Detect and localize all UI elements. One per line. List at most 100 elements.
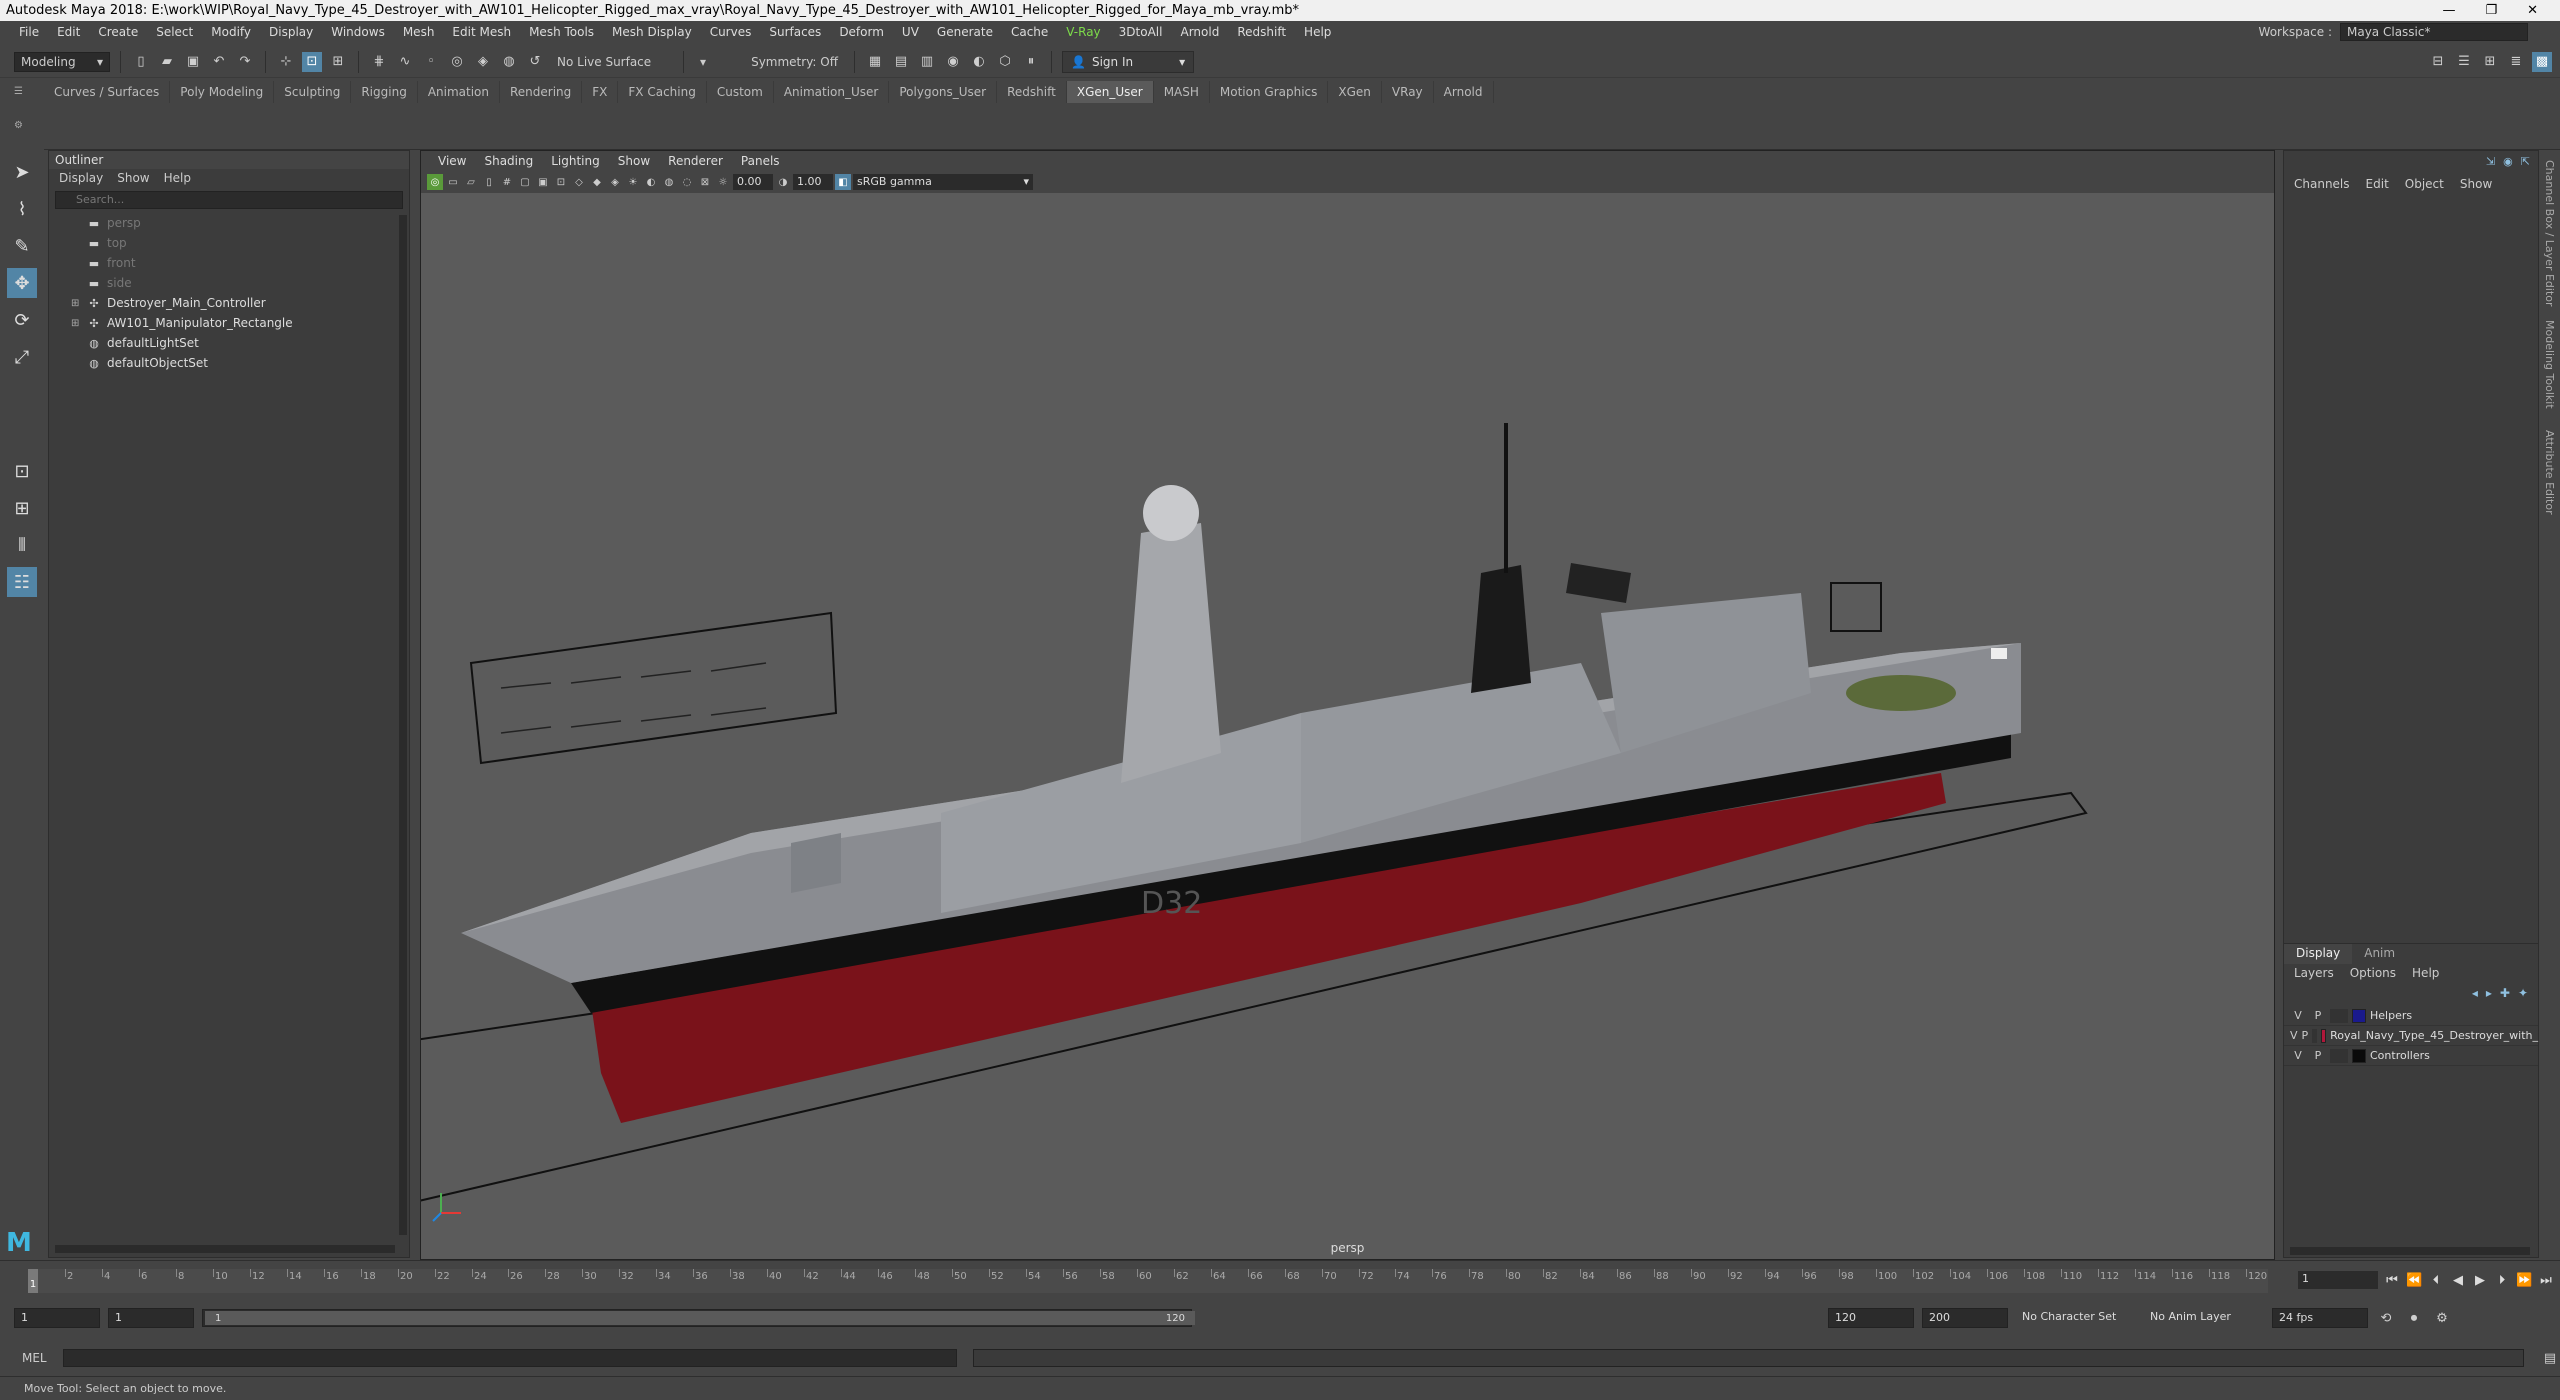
- snap-grid-icon[interactable]: ⋕: [369, 52, 389, 72]
- snap-view-icon[interactable]: ◎: [447, 52, 467, 72]
- layer-type-slot[interactable]: [2312, 1028, 2317, 1043]
- tool-settings-icon[interactable]: ⊞: [2480, 52, 2500, 72]
- select-tool-icon[interactable]: ➤: [7, 157, 37, 187]
- snap-point-icon[interactable]: ◦: [421, 52, 441, 72]
- color-space-dropdown[interactable]: sRGB gamma ▾: [853, 174, 1033, 190]
- menu-deform[interactable]: Deform: [830, 25, 893, 39]
- hypershade-icon[interactable]: ◐: [969, 52, 989, 72]
- menu-select[interactable]: Select: [147, 25, 202, 39]
- shelf-tab-animation[interactable]: Animation: [418, 81, 500, 103]
- render-settings-icon[interactable]: ◉: [943, 52, 963, 72]
- xray-icon[interactable]: ◌: [679, 174, 695, 190]
- expand-icon[interactable]: ⊞: [71, 298, 81, 309]
- layer-color-swatch[interactable]: [2352, 1048, 2366, 1063]
- outliner-item[interactable]: ▬ persp: [49, 213, 409, 233]
- side-tab-attribute-editor[interactable]: Attribute Editor: [2543, 430, 2556, 515]
- shelf-tab-xgen-user[interactable]: XGen_User: [1066, 81, 1154, 103]
- menu-surfaces[interactable]: Surfaces: [760, 25, 830, 39]
- step-forward-key-icon[interactable]: ⏩: [2516, 1273, 2532, 1288]
- side-by-side-icon[interactable]: ⫴: [7, 530, 37, 560]
- playback-end-field[interactable]: 120: [1828, 1308, 1914, 1328]
- layer-row[interactable]: V P Controllers: [2284, 1046, 2538, 1066]
- single-view-icon[interactable]: ⊡: [7, 456, 37, 486]
- lights-icon[interactable]: ☀: [625, 174, 641, 190]
- move-layer-up-icon[interactable]: ◂: [2472, 986, 2478, 1004]
- step-back-key-icon[interactable]: ⏪: [2406, 1273, 2422, 1288]
- render-frame-icon[interactable]: ▤: [891, 52, 911, 72]
- step-back-frame-icon[interactable]: ⏴: [2428, 1273, 2444, 1288]
- shelf-gear-icon[interactable]: ⚙: [14, 120, 26, 134]
- select-component-icon[interactable]: ⊞: [328, 52, 348, 72]
- menu-3dtoall[interactable]: 3DtoAll: [1110, 25, 1172, 39]
- anim-prefs-icon[interactable]: ⚙: [2432, 1308, 2452, 1328]
- menu-cache[interactable]: Cache: [1002, 25, 1057, 39]
- smooth-shade-icon[interactable]: ◆: [589, 174, 605, 190]
- animation-start-field[interactable]: 1: [14, 1308, 100, 1328]
- timeline-ruler[interactable]: 1 2 4 6 8 10 12 14 16 18 20 22 24 26 28 30 32 34 36 38 40 42…: [28, 1269, 2268, 1293]
- viewport-menu-view[interactable]: View: [429, 154, 475, 168]
- layer-row[interactable]: V P Royal_Navy_Type_45_Destroyer_with_: [2284, 1026, 2538, 1046]
- layer-hscrollbar[interactable]: [2290, 1247, 2530, 1255]
- shelf-tab-fx-caching[interactable]: FX Caching: [618, 81, 707, 103]
- layer-tab-display[interactable]: Display: [2284, 944, 2353, 964]
- layer-tab-anim[interactable]: Anim: [2352, 944, 2407, 964]
- shelf-tab-mash[interactable]: MASH: [1154, 81, 1210, 103]
- viewport-menu-panels[interactable]: Panels: [732, 154, 789, 168]
- layer-color-swatch[interactable]: [2320, 1028, 2327, 1043]
- camera-attr-icon[interactable]: ◎: [427, 174, 443, 190]
- viewport-menu-shading[interactable]: Shading: [475, 154, 542, 168]
- layer-type-slot[interactable]: [2330, 1048, 2348, 1063]
- viewport-menu-renderer[interactable]: Renderer: [659, 154, 732, 168]
- bookmark-icon[interactable]: ▱: [463, 174, 479, 190]
- shelf-menu-icon[interactable]: ☰: [14, 86, 26, 100]
- range-slider-handle[interactable]: 1 120: [205, 1311, 1195, 1325]
- channel-menu-channels[interactable]: Channels: [2294, 177, 2350, 191]
- channel-menu-show[interactable]: Show: [2460, 177, 2492, 191]
- layer-color-swatch[interactable]: [2352, 1008, 2366, 1023]
- live-surface-field[interactable]: No Live Surface: [551, 52, 673, 72]
- new-layer-icon[interactable]: ✚: [2500, 986, 2510, 1004]
- workspace-dropdown[interactable]: Maya Classic*: [2340, 23, 2528, 41]
- outliner-item[interactable]: ▬ top: [49, 233, 409, 253]
- render-view-icon[interactable]: ▦: [865, 52, 885, 72]
- layer-menu-layers[interactable]: Layers: [2294, 966, 2334, 982]
- shelf-tab-xgen[interactable]: XGen: [1328, 81, 1382, 103]
- symmetry-dropdown[interactable]: ▾ Symmetry: Off: [694, 52, 844, 72]
- animation-end-field[interactable]: 200: [1922, 1308, 2008, 1328]
- layer-visibility-toggle[interactable]: V: [2290, 1049, 2306, 1062]
- gamma-icon[interactable]: ◑: [775, 174, 791, 190]
- move-layer-down-icon[interactable]: ▸: [2486, 986, 2492, 1004]
- layer-name[interactable]: Controllers: [2370, 1049, 2430, 1062]
- lasso-tool-icon[interactable]: ⌇: [7, 194, 37, 224]
- layer-menu-help[interactable]: Help: [2412, 966, 2439, 982]
- menu-redshift[interactable]: Redshift: [1228, 25, 1295, 39]
- new-layer-selected-icon[interactable]: ✦: [2518, 986, 2528, 1004]
- outliner-item[interactable]: ◍ defaultLightSet: [49, 333, 409, 353]
- toggle-attr-icon[interactable]: ◉: [2503, 155, 2513, 168]
- restore-icon[interactable]: ❐: [2485, 3, 2497, 18]
- snap-surface-icon[interactable]: ◈: [473, 52, 493, 72]
- ao-icon[interactable]: ◍: [661, 174, 677, 190]
- outliner-menu-help[interactable]: Help: [164, 171, 191, 187]
- play-forward-icon[interactable]: ▶: [2472, 1273, 2488, 1288]
- side-tab-channel-box[interactable]: Channel Box / Layer Editor: [2543, 160, 2556, 307]
- menu-mesh-display[interactable]: Mesh Display: [603, 25, 701, 39]
- anim-layer-dropdown[interactable]: No Anim Layer: [2144, 1308, 2264, 1328]
- menu-edit-mesh[interactable]: Edit Mesh: [443, 25, 520, 39]
- minimize-icon[interactable]: —: [2442, 3, 2455, 18]
- command-language-label[interactable]: MEL: [22, 1351, 47, 1365]
- vray-render-icon[interactable]: ⬡: [995, 52, 1015, 72]
- isolate-icon[interactable]: ⊠: [697, 174, 713, 190]
- gamma-field[interactable]: 1.00: [793, 174, 833, 190]
- outliner-menu-show[interactable]: Show: [117, 171, 149, 187]
- select-hierarchy-icon[interactable]: ⊹: [276, 52, 296, 72]
- shelf-tab-rendering[interactable]: Rendering: [500, 81, 583, 103]
- layout-icon[interactable]: ▩: [2532, 51, 2552, 72]
- menu-uv[interactable]: UV: [893, 25, 928, 39]
- menu-edit[interactable]: Edit: [48, 25, 89, 39]
- layer-playback-toggle[interactable]: P: [2310, 1009, 2326, 1022]
- save-scene-icon[interactable]: ▣: [183, 52, 203, 72]
- shelf-tab-rigging[interactable]: Rigging: [351, 81, 418, 103]
- command-input[interactable]: [62, 1349, 958, 1367]
- outliner-item[interactable]: ⊞ ✣ AW101_Manipulator_Rectangle: [49, 313, 409, 333]
